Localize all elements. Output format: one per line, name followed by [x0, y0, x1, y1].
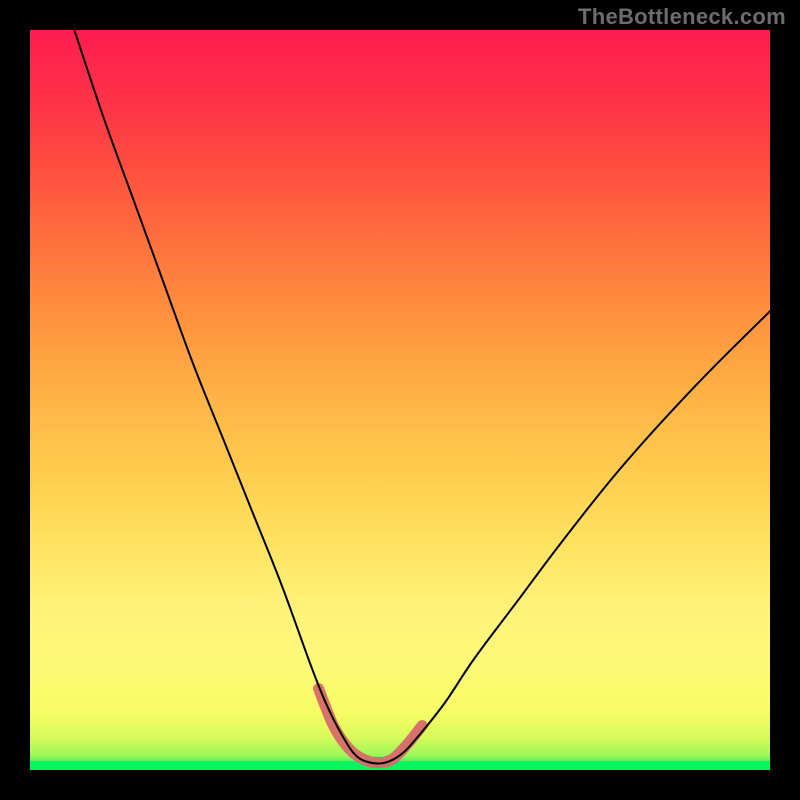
watermark-text: TheBottleneck.com	[578, 4, 786, 30]
bottleneck-curve	[74, 30, 770, 764]
chart-frame: TheBottleneck.com	[0, 0, 800, 800]
plot-area	[30, 30, 770, 770]
optimal-zone-highlight	[319, 689, 423, 763]
curve-layer	[30, 30, 770, 770]
